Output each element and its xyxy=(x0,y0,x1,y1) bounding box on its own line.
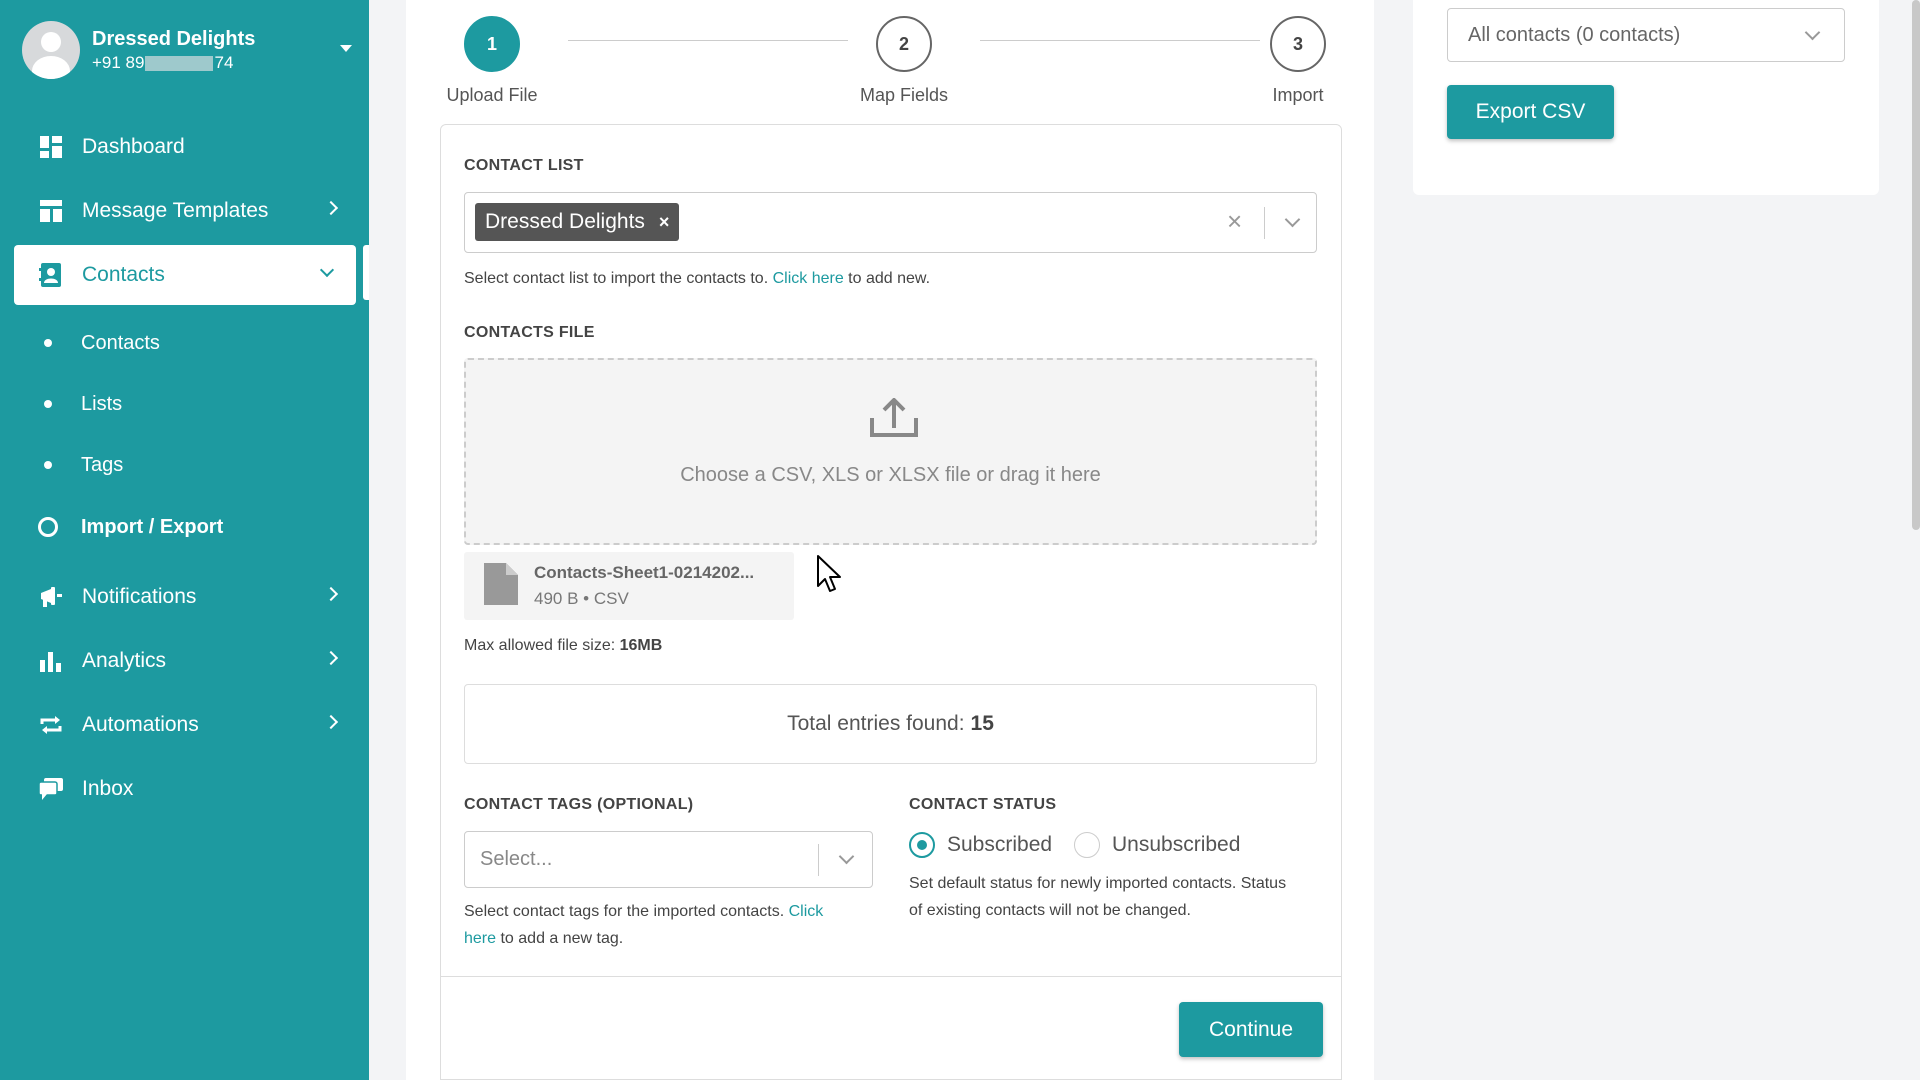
step-label: Import xyxy=(1272,85,1324,105)
sidebar-item-label: Analytics xyxy=(82,649,167,672)
sidebar-item-notifications[interactable]: Notifications xyxy=(14,567,356,627)
avatar xyxy=(22,21,80,79)
upload-icon xyxy=(869,397,919,443)
sidebar-item-label: Notifications xyxy=(82,585,197,608)
dropzone-text: Choose a CSV, XLS or XLSX file or drag i… xyxy=(680,464,1101,486)
chevron-down-icon[interactable] xyxy=(838,848,855,865)
total-entries: Total entries found: 15 xyxy=(464,684,1317,764)
export-csv-button[interactable]: Export CSV xyxy=(1447,85,1614,139)
step-connector xyxy=(980,40,1260,41)
total-entries-count: 15 xyxy=(970,712,994,735)
contact-status-help: Set default status for newly imported co… xyxy=(909,875,1287,919)
chevron-right-icon xyxy=(323,200,339,216)
sidebar-subitem-contacts[interactable]: Contacts xyxy=(44,323,160,363)
radio-unchecked-icon xyxy=(1074,832,1100,858)
sidebar-item-label: Message Templates xyxy=(82,199,269,222)
step-label: Map Fields xyxy=(859,85,949,105)
active-indicator xyxy=(363,245,369,300)
step-number: 1 xyxy=(464,16,520,72)
account-phone: +91 89 74 xyxy=(92,52,234,72)
select-separator xyxy=(1264,207,1265,239)
max-file-size: Max allowed file size: 16MB xyxy=(464,637,663,654)
chevron-down-icon xyxy=(319,262,335,278)
caret-down-icon[interactable] xyxy=(340,45,352,52)
sidebar-item-dashboard[interactable]: Dashboard xyxy=(14,117,356,177)
step-upload-file: 1 Upload File xyxy=(442,16,542,106)
contact-list-help: Select contact list to import the contac… xyxy=(464,270,931,287)
dashboard-icon xyxy=(38,134,64,160)
import-stepper: 1 Upload File 2 Map Fields 3 Import xyxy=(442,16,1342,106)
continue-button[interactable]: Continue xyxy=(1179,1002,1323,1057)
radio-unsubscribed[interactable]: Unsubscribed xyxy=(1074,832,1240,858)
contacts-icon xyxy=(38,262,64,288)
chevron-right-icon xyxy=(323,586,339,602)
step-import: 3 Import xyxy=(1268,16,1328,106)
sidebar-subitem-import-export[interactable]: Import / Export xyxy=(38,507,223,547)
ring-icon xyxy=(38,517,58,537)
repeat-icon xyxy=(38,712,64,738)
selected-list-chip: Dressed Delights × xyxy=(475,203,680,241)
clear-icon[interactable]: × xyxy=(1227,206,1242,237)
file-dropzone[interactable]: Choose a CSV, XLS or XLSX file or drag i… xyxy=(464,358,1317,545)
sidebar: Dressed Delights +91 89 74 Dashboard Mess… xyxy=(0,0,369,1080)
contact-tags-label: CONTACT TAGS (OPTIONAL) xyxy=(464,796,694,813)
contact-tags-help: Select contact tags for the imported con… xyxy=(464,903,824,947)
sidebar-item-analytics[interactable]: Analytics xyxy=(14,631,356,691)
select-separator xyxy=(818,844,819,876)
step-connector xyxy=(568,40,848,41)
bullet-icon xyxy=(44,339,52,347)
bullet-icon xyxy=(44,400,52,408)
megaphone-icon xyxy=(38,584,64,610)
chevron-right-icon xyxy=(323,714,339,730)
file-icon xyxy=(484,562,518,610)
sidebar-subitem-lists[interactable]: Lists xyxy=(44,384,122,424)
radio-checked-icon xyxy=(909,832,935,858)
sidebar-item-message-templates[interactable]: Message Templates xyxy=(14,181,356,241)
import-form: CONTACT LIST Dressed Delights × × Select… xyxy=(440,124,1342,1080)
export-list-select[interactable]: All contacts (0 contacts) xyxy=(1447,8,1845,62)
uploaded-file[interactable]: Contacts-Sheet1-0214202... 490 B • CSV xyxy=(464,552,794,620)
add-tag-link[interactable]: here xyxy=(464,930,496,947)
file-meta: 490 B • CSV xyxy=(534,589,629,608)
sidebar-item-label: Dashboard xyxy=(82,135,185,158)
step-map-fields: 2 Map Fields xyxy=(854,16,954,106)
step-label: Upload File xyxy=(446,85,538,105)
chip-remove-icon[interactable]: × xyxy=(659,212,670,233)
contact-status-label: CONTACT STATUS xyxy=(909,796,1057,813)
template-icon xyxy=(38,198,64,224)
step-number: 2 xyxy=(876,16,932,72)
account-name: Dressed Delights xyxy=(92,27,256,50)
add-list-link[interactable]: Click here xyxy=(773,270,844,287)
contacts-file-label: CONTACTS FILE xyxy=(464,324,595,341)
bar-chart-icon xyxy=(38,648,64,674)
radio-subscribed[interactable]: Subscribed xyxy=(909,832,1052,858)
file-name: Contacts-Sheet1-0214202... xyxy=(534,563,755,582)
sidebar-item-contacts[interactable]: Contacts xyxy=(14,245,356,305)
chevron-down-icon[interactable] xyxy=(1804,24,1821,41)
sidebar-item-label: Contacts xyxy=(82,263,165,286)
sidebar-item-inbox[interactable]: Inbox xyxy=(14,759,356,819)
add-tag-link[interactable]: Click xyxy=(789,903,824,920)
sidebar-subitem-tags[interactable]: Tags xyxy=(44,445,123,485)
redacted-mask xyxy=(145,55,214,71)
chevron-down-icon[interactable] xyxy=(1284,211,1301,228)
chat-icon xyxy=(38,776,64,802)
import-panel: 1 Upload File 2 Map Fields 3 Import CONT… xyxy=(406,0,1374,1080)
form-footer-divider xyxy=(441,976,1341,977)
contact-list-label: CONTACT LIST xyxy=(464,157,584,174)
page-scrollbar[interactable] xyxy=(1912,0,1920,530)
sidebar-item-label: Automations xyxy=(82,713,199,736)
bullet-icon xyxy=(44,461,52,469)
export-panel: All contacts (0 contacts) Export CSV xyxy=(1413,0,1879,195)
sidebar-item-automations[interactable]: Automations xyxy=(14,695,356,755)
mouse-cursor-icon xyxy=(816,554,844,599)
chevron-right-icon xyxy=(323,650,339,666)
tags-placeholder: Select... xyxy=(480,848,553,870)
step-number: 3 xyxy=(1270,16,1326,72)
account-switcher[interactable]: Dressed Delights +91 89 74 xyxy=(22,19,352,81)
sidebar-item-label: Inbox xyxy=(82,777,134,800)
contact-tags-select[interactable]: Select... xyxy=(464,831,873,888)
contact-list-select[interactable]: Dressed Delights × × xyxy=(464,192,1317,253)
